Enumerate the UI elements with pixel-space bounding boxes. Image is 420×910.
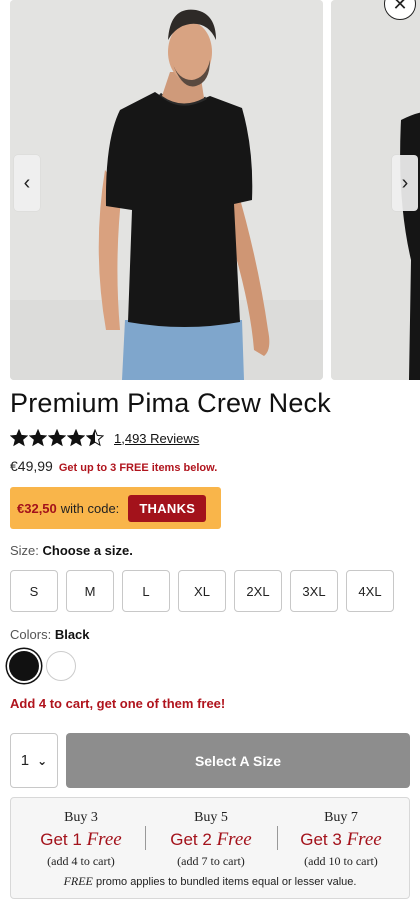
chevron-down-icon: ⌄ — [37, 753, 48, 768]
product-price: €49,99 — [10, 458, 53, 474]
size-option-3xl[interactable]: 3XL — [290, 570, 338, 612]
code-label: with code: — [60, 500, 120, 516]
rating-stars — [10, 429, 104, 447]
size-option-4xl[interactable]: 4XL — [346, 570, 394, 612]
size-option-m[interactable]: M — [66, 570, 114, 612]
size-label: Size: Choose a size. — [10, 543, 133, 558]
product-title: Premium Pima Crew Neck — [10, 388, 331, 418]
size-option-s[interactable]: S — [10, 570, 58, 612]
price-row: €49,99 Get up to 3 FREE items below. — [10, 458, 217, 474]
product-rating[interactable]: 1,493 Reviews — [10, 428, 199, 448]
divider — [145, 826, 146, 850]
discounted-price: €32,50 — [17, 500, 57, 516]
gallery-prev-button[interactable]: ‹ — [14, 155, 40, 211]
chevron-left-icon: ‹ — [23, 171, 31, 194]
select-size-button[interactable]: Select A Size — [66, 733, 410, 788]
footnote-free: FREE — [63, 874, 93, 888]
star-icon — [86, 429, 104, 447]
tier-buy: Buy 3 — [64, 810, 98, 825]
reviews-link[interactable]: 1,493 Reviews — [114, 431, 199, 446]
size-option-l[interactable]: L — [122, 570, 170, 612]
model-wearing-black-tee-image — [10, 0, 323, 380]
bundle-tier-1: Buy 3 Get 1 Free (add 4 to cart) — [17, 810, 145, 869]
quantity-value: 1 — [20, 752, 30, 769]
star-icon — [10, 429, 28, 447]
tier-get: Get 2 Free — [170, 829, 252, 850]
colors-label-text: Colors: — [10, 627, 52, 642]
promo-code-badge[interactable]: THANKS — [128, 494, 207, 522]
tier-get: Get 1 Free — [40, 829, 122, 850]
product-gallery[interactable]: ‹ › ✕ — [0, 0, 420, 380]
product-photo-main — [10, 0, 323, 380]
bundle-tier-2: Buy 5 Get 2 Free (add 7 to cart) — [147, 810, 275, 869]
colors-label: Colors: Black — [10, 627, 90, 642]
selected-color: Black — [54, 627, 90, 642]
size-selector: S M L XL 2XL 3XL 4XL — [10, 570, 394, 612]
promo-code-banner: €32,50 with code: THANKS — [10, 487, 221, 529]
tier-add: (add 10 to cart) — [304, 854, 378, 868]
promo-line: Get up to 3 FREE items below. — [58, 462, 218, 474]
close-icon: ✕ — [392, 0, 408, 14]
footnote-text: promo applies to bundled items equal or … — [95, 876, 357, 888]
tier-add: (add 4 to cart) — [47, 854, 115, 868]
tier-get: Get 3 Free — [300, 829, 382, 850]
color-swatch-white[interactable] — [46, 651, 76, 681]
tier-buy: Buy 7 — [324, 810, 358, 825]
star-icon — [67, 429, 85, 447]
size-option-2xl[interactable]: 2XL — [234, 570, 282, 612]
quantity-select[interactable]: 1 ⌄ — [10, 733, 58, 788]
size-label-text: Size: — [10, 543, 39, 558]
tier-buy: Buy 5 — [194, 810, 228, 825]
bundle-footnote: FREE promo applies to bundled items equa… — [11, 874, 409, 889]
bundle-tier-3: Buy 7 Get 3 Free (add 10 to cart) — [277, 810, 405, 869]
bundle-promo-box: Buy 3 Get 1 Free (add 4 to cart) Buy 5 G… — [10, 797, 410, 899]
chevron-right-icon: › — [401, 171, 409, 194]
star-icon — [48, 429, 66, 447]
size-prompt: Choose a size. — [42, 543, 133, 558]
star-icon — [29, 429, 47, 447]
tier-add: (add 7 to cart) — [177, 854, 245, 868]
gallery-next-button[interactable]: › — [392, 155, 418, 211]
bundle-offer-text: Add 4 to cart, get one of them free! — [10, 696, 226, 711]
color-swatch-black[interactable] — [9, 651, 39, 681]
size-option-xl[interactable]: XL — [178, 570, 226, 612]
